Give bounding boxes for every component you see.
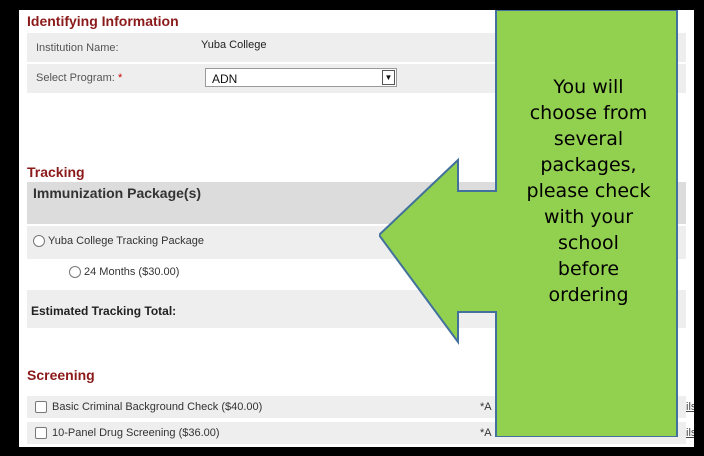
drug-screening-checkbox[interactable] — [35, 427, 47, 440]
screening-section-title: Screening — [27, 367, 95, 383]
program-label-text: Select Program: — [36, 72, 115, 84]
tracking-total-label: Estimated Tracking Total: — [31, 304, 177, 318]
drug-screening-label: 10-Panel Drug Screening ($36.00) — [52, 427, 220, 439]
identifying-section-title: Identifying Information — [27, 13, 179, 29]
details-link[interactable]: ils — [686, 401, 694, 413]
immunization-package-title: Immunization Package(s) — [33, 185, 202, 201]
callout-line: school — [558, 232, 619, 254]
callout-line: You will — [553, 76, 624, 98]
program-label: Select Program: * — [36, 72, 122, 84]
package-option-label: Yuba College Tracking Package — [48, 235, 204, 247]
tracking-section-title: Tracking — [27, 164, 85, 180]
callout-line: ordering — [548, 284, 629, 306]
institution-value: Yuba College — [201, 39, 267, 51]
required-asterisk: * — [117, 72, 123, 84]
callout-line: packages, — [540, 154, 637, 176]
callout-arrow: You will choose from several packages, p… — [377, 9, 681, 438]
duration-radio[interactable] — [69, 266, 81, 279]
callout-line: before — [557, 258, 620, 280]
background-check-checkbox[interactable] — [35, 401, 47, 414]
callout-line: choose from — [529, 102, 648, 124]
callout-text: You will choose from several packages, p… — [496, 74, 681, 308]
program-select[interactable]: ADN ▼ — [205, 68, 397, 87]
details-link[interactable]: ils — [686, 427, 694, 439]
callout-line: please check — [526, 180, 651, 202]
duration-option-label: 24 Months ($30.00) — [84, 266, 180, 278]
callout-line: with your — [543, 206, 634, 228]
institution-label: Institution Name: — [36, 42, 119, 54]
callout-line: several — [553, 128, 624, 150]
background-check-label: Basic Criminal Background Check ($40.00) — [52, 401, 263, 413]
package-radio[interactable] — [33, 235, 45, 248]
program-select-value: ADN — [212, 72, 238, 86]
